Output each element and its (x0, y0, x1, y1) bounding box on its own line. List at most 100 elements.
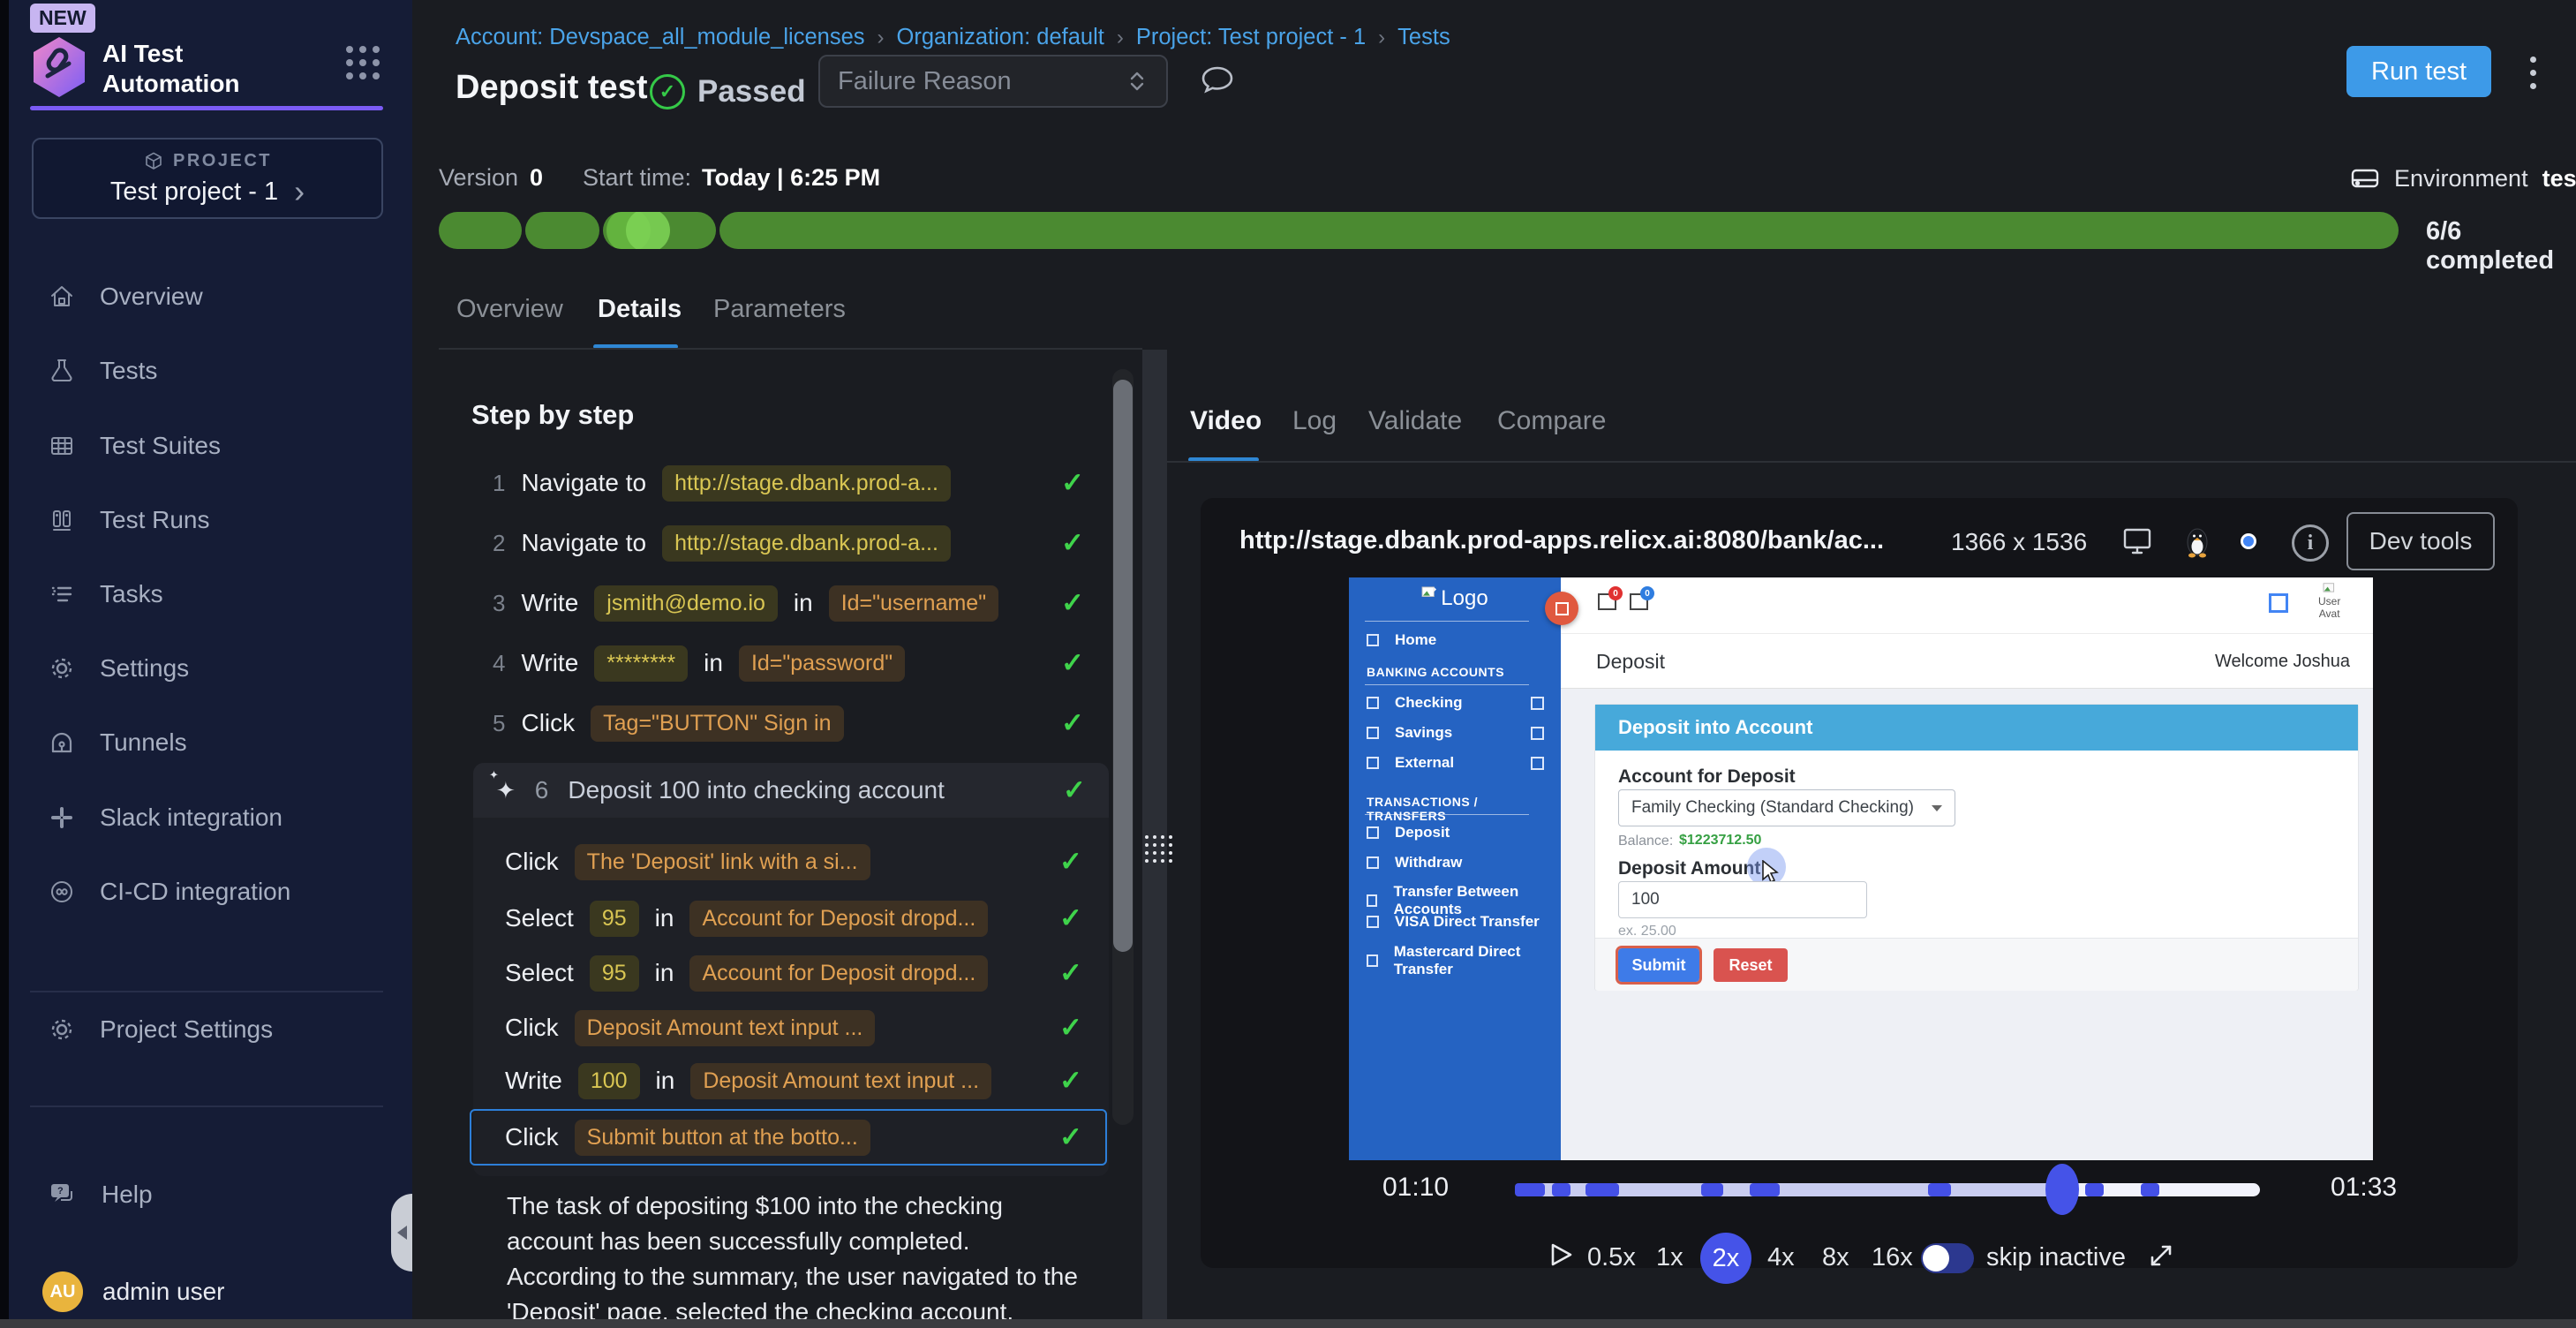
sidebar-item-cicd-integration[interactable]: CI-CD integration (9, 855, 412, 929)
step-group-header[interactable]: ✦ 6 Deposit 100 into checking account (473, 763, 1109, 818)
mouse-cursor-icon (1761, 860, 1782, 883)
substep-row-6-selected[interactable]: Click Submit button at the botto... (505, 1116, 1088, 1158)
step-row-4[interactable]: 4 Write ******** in Id="password" (493, 642, 1089, 684)
tab-overview[interactable]: Overview (456, 295, 563, 324)
sidebar-item-tasks[interactable]: Tasks (9, 557, 412, 631)
bank-topbar: 0 0 UserAvat (1561, 577, 2373, 633)
gear-icon (49, 1016, 75, 1043)
breadcrumb-project[interactable]: Project: Test project - 1 (1136, 25, 1366, 50)
step-row-3[interactable]: 3 Write jsmith@demo.io in Id="username" (493, 582, 1089, 624)
speed-16x[interactable]: 16x (1872, 1243, 1913, 1272)
divider (1365, 814, 1529, 815)
failure-reason-select[interactable]: Failure Reason (818, 55, 1168, 108)
check-circle-icon: ✓ (650, 74, 685, 109)
substep-row-5[interactable]: Write 100 in Deposit Amount text input .… (505, 1060, 1088, 1102)
home-icon (49, 283, 75, 310)
sidebar: NEW AI Test Automation PROJECT Test proj… (9, 0, 412, 1328)
run-test-button[interactable]: Run test (2346, 46, 2491, 97)
progress-segment (719, 212, 2399, 249)
sidebar-collapse-handle[interactable] (391, 1194, 412, 1271)
speed-0-5x[interactable]: 0.5x (1587, 1243, 1636, 1272)
step-row-1[interactable]: 1 Navigate to http://stage.dbank.prod-a.… (493, 462, 1089, 504)
step-action: Click (505, 848, 559, 876)
info-icon[interactable]: i (2292, 524, 2329, 562)
bank-section-title: BANKING ACCOUNTS (1367, 665, 1504, 679)
substep-row-4[interactable]: Click Deposit Amount text input ... (505, 1007, 1088, 1049)
tab-validate[interactable]: Validate (1368, 406, 1462, 436)
sidebar-item-slack-integration[interactable]: Slack integration (9, 781, 412, 855)
tab-parameters[interactable]: Parameters (713, 295, 846, 324)
step-row-5[interactable]: 5 Click Tag="BUTTON" Sign in (493, 702, 1089, 744)
app-window: NEW AI Test Automation PROJECT Test proj… (0, 0, 2576, 1328)
step-action: Write (505, 1067, 562, 1095)
sidebar-item-test-suites[interactable]: Test Suites (9, 409, 412, 483)
cube-icon (143, 151, 164, 172)
step-group-6: ✦ 6 Deposit 100 into checking account Cl… (473, 763, 1109, 1176)
tim' + 'eline-track[interactable] (1515, 1183, 2260, 1196)
sidebar-item-help[interactable]: ? Help (9, 1158, 412, 1232)
tab-log[interactable]: Log (1292, 406, 1337, 436)
gear-icon (49, 655, 75, 682)
steps-heading: Step by step (471, 399, 634, 431)
speed-8x[interactable]: 8x (1822, 1243, 1849, 1272)
fullscreen-icon[interactable] (2145, 1240, 2177, 1271)
recording-indicator-icon (1545, 592, 1578, 625)
substep-row-3[interactable]: Select 95 in Account for Deposit dropd..… (505, 952, 1088, 994)
bank-sidebar: Logo Home BANKING ACCOUNTS Checking Savi… (1349, 577, 1561, 1160)
check-icon (1059, 1065, 1082, 1097)
checkbox-icon (1531, 727, 1544, 740)
play-button[interactable] (1545, 1240, 1575, 1270)
sidebar-item-overview[interactable]: Overview (9, 260, 412, 334)
step-row-2[interactable]: 2 Navigate to http://stage.dbank.prod-a.… (493, 522, 1089, 564)
comment-bubble-icon[interactable] (1199, 64, 1236, 99)
sidebar-item-tunnels[interactable]: Tunnels (9, 706, 412, 780)
checkbox-icon (1531, 697, 1544, 710)
tab-details[interactable]: Details (598, 295, 682, 324)
triangle-left-icon (397, 1226, 407, 1240)
linux-penguin-icon (2184, 526, 2211, 558)
chevron-right-icon: › (294, 181, 305, 202)
check-icon (1059, 1121, 1082, 1153)
test-progress-bar (439, 212, 2399, 249)
skip-inactive-label[interactable]: skip inactive (1986, 1243, 2126, 1272)
step-number: 5 (493, 710, 505, 737)
more-menu-icon[interactable] (2530, 57, 2536, 89)
speed-1x[interactable]: 1x (1656, 1243, 1683, 1272)
bank-page-title: Deposit (1596, 650, 1665, 674)
tab-video[interactable]: Video (1190, 406, 1262, 436)
breadcrumb-account[interactable]: Account: Devspace_all_module_licenses (456, 25, 865, 50)
tab-compare[interactable]: Compare (1497, 406, 1606, 436)
sidebar-item-project-settings[interactable]: Project Settings (9, 992, 412, 1067)
account-select: Family Checking (Standard Checking) (1618, 789, 1955, 826)
steps-scrollbar-thumb[interactable] (1113, 380, 1133, 952)
breadcrumb-organization[interactable]: Organization: default (897, 25, 1104, 50)
breadcrumb-separator: › (877, 26, 885, 50)
total-time: 01:33 (2331, 1173, 2397, 1203)
project-label: PROJECT (173, 151, 272, 171)
bank-welcome-text: Welcome Joshua (2215, 652, 2350, 672)
start-time-label: Start time: (583, 164, 691, 192)
divider (1365, 684, 1529, 685)
substep-row-2[interactable]: Select 95 in Account for Deposit dropd..… (505, 897, 1088, 939)
substep-row-1[interactable]: Click The 'Deposit' link with a si... (505, 841, 1088, 883)
step-value-pill: 95 (590, 955, 639, 992)
bank-nav-withdraw: Withdraw (1367, 854, 1462, 872)
check-icon (1061, 587, 1084, 619)
checkbox-icon (1531, 757, 1544, 770)
skip-inactive-toggle[interactable] (1921, 1243, 1974, 1273)
sidebar-item-test-runs[interactable]: Test Runs (9, 483, 412, 557)
breadcrumb-tests[interactable]: Tests (1397, 25, 1450, 50)
project-selector[interactable]: PROJECT Test project - 1 › (32, 138, 383, 219)
app-switcher-icon[interactable] (346, 46, 380, 79)
dev-tools-button[interactable]: Dev tools (2346, 512, 2495, 570)
environment-value: test (2542, 165, 2576, 192)
status-badge: ✓ Passed (650, 74, 806, 109)
sidebar-item-settings[interactable]: Settings (9, 631, 412, 706)
timeline-marker (1701, 1183, 1723, 1196)
deposit-card: Deposit into Account Account for Deposit… (1594, 704, 2359, 991)
submit-button: Submit (1618, 948, 1699, 982)
speed-4x[interactable]: 4x (1767, 1243, 1795, 1272)
sidebar-item-tests[interactable]: Tests (9, 334, 412, 408)
user-menu[interactable]: AU admin user (9, 1255, 412, 1328)
speed-2x-active[interactable]: 2x (1700, 1233, 1751, 1284)
